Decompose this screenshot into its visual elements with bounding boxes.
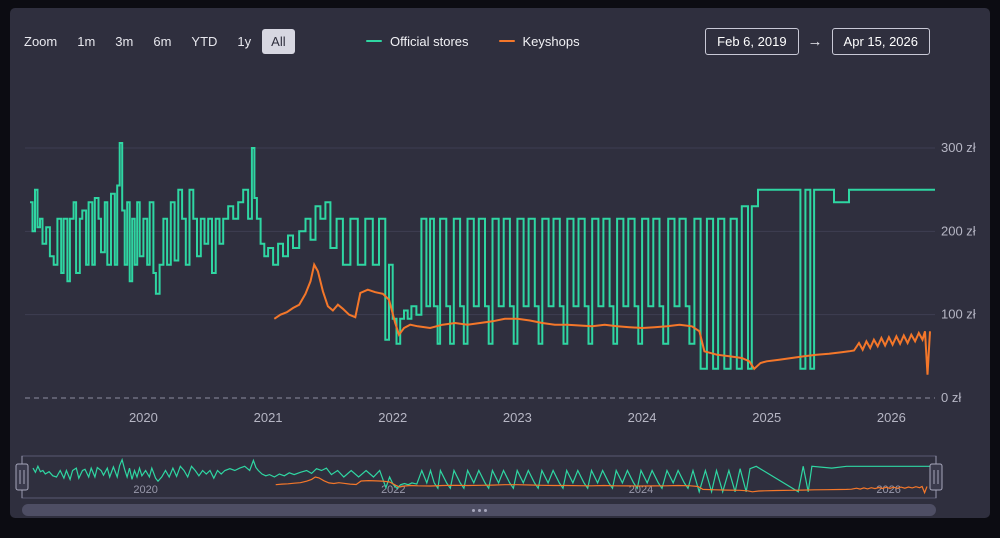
navigator-series-keyshops (276, 477, 927, 493)
navigator[interactable]: 2020202220242026 (0, 452, 1000, 502)
legend-item-official-stores[interactable]: Official stores (366, 34, 469, 49)
arrow-right-icon: → (808, 33, 823, 50)
legend-label-official-stores: Official stores (390, 34, 469, 49)
x-axis-label: 2024 (628, 410, 657, 425)
zoom-button-1y[interactable]: 1y (228, 29, 260, 54)
x-axis-label: 2022 (378, 410, 407, 425)
legend-label-keyshops: Keyshops (523, 34, 580, 49)
scrollbar[interactable] (22, 504, 936, 516)
x-axis-label: 2020 (129, 410, 158, 425)
range-to-input[interactable]: Apr 15, 2026 (832, 28, 930, 55)
series-line-keyshops (274, 265, 930, 375)
x-axis-label: 2021 (254, 410, 283, 425)
date-range-selector: Feb 6, 2019 → Apr 15, 2026 (705, 26, 930, 56)
legend: Official stores Keyshops (366, 26, 580, 56)
zoom-button-all[interactable]: All (262, 29, 294, 54)
zoom-button-6m[interactable]: 6m (144, 29, 180, 54)
scrollbar-grip-icon (472, 509, 475, 512)
y-axis-label: 300 zł (941, 140, 976, 155)
navigator-handle-left[interactable] (16, 464, 28, 490)
keyshops-line-icon (499, 40, 515, 42)
y-axis-label: 100 zł (941, 307, 976, 322)
series-line-official-stores (30, 143, 935, 369)
navigator-series-official-stores (33, 460, 932, 492)
toolbar: Zoom 1m 3m 6m YTD 1y All Official stores… (24, 26, 976, 56)
range-from-input[interactable]: Feb 6, 2019 (705, 28, 798, 55)
zoom-button-3m[interactable]: 3m (106, 29, 142, 54)
official-stores-line-icon (366, 40, 382, 42)
x-axis-label: 2023 (503, 410, 532, 425)
price-chart[interactable]: 300 zł 200 zł 100 zł 0 zł 2020 2021 2022 2023 20… (0, 70, 1000, 435)
navigator-axis-label: 2026 (876, 484, 900, 496)
zoom-label: Zoom (24, 34, 57, 49)
zoom-button-1m[interactable]: 1m (68, 29, 104, 54)
navigator-axis-label: 2020 (133, 484, 157, 496)
zoom-button-ytd[interactable]: YTD (182, 29, 226, 54)
navigator-handle-right[interactable] (930, 464, 942, 490)
scrollbar-grip-icon (478, 509, 481, 512)
x-axis-label: 2025 (752, 410, 781, 425)
y-axis-label: 0 zł (941, 390, 961, 405)
y-axis-label: 200 zł (941, 223, 976, 238)
legend-item-keyshops[interactable]: Keyshops (499, 34, 580, 49)
x-axis-label: 2026 (877, 410, 906, 425)
scrollbar-grip-icon (484, 509, 487, 512)
